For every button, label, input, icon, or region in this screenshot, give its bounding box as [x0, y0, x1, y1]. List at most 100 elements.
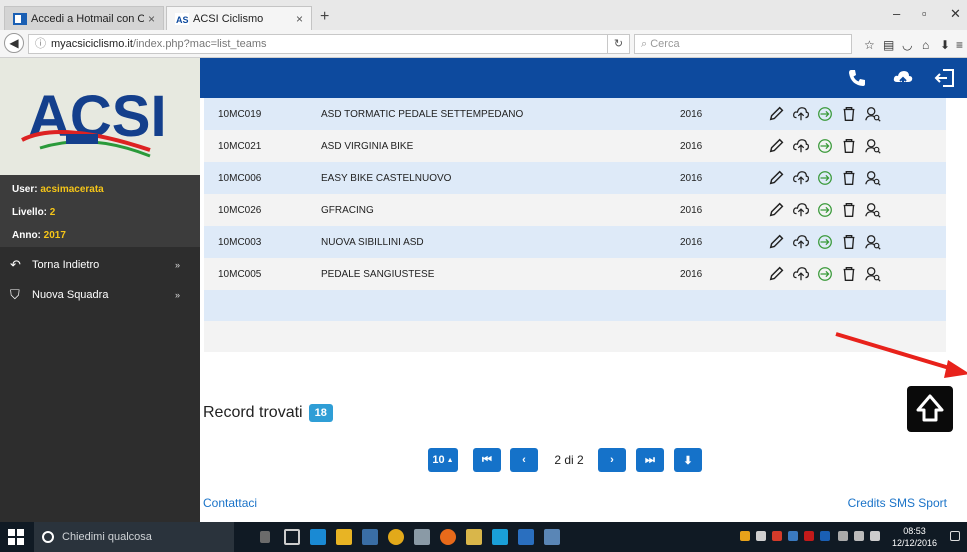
home-icon[interactable]: ⌂ [922, 38, 929, 52]
trash-icon[interactable] [840, 136, 858, 156]
login-arrow-icon[interactable] [816, 136, 834, 156]
user-search-icon[interactable] [864, 168, 882, 188]
app-icon[interactable] [544, 529, 560, 545]
team-code: 10MC026 [218, 205, 262, 216]
login-arrow-icon[interactable] [816, 232, 834, 252]
edge-icon[interactable] [310, 529, 326, 545]
cortana-icon [42, 531, 54, 543]
cloud-upload-icon[interactable] [792, 168, 810, 188]
login-arrow-icon[interactable] [816, 104, 834, 124]
edit-pencil-icon[interactable] [768, 200, 786, 220]
records-count-badge: 18 [308, 404, 333, 422]
cloud-upload-icon[interactable] [792, 136, 810, 156]
chrome-icon[interactable] [388, 529, 404, 545]
trash-icon[interactable] [840, 200, 858, 220]
edit-pencil-icon[interactable] [768, 136, 786, 156]
browser-nav-bar: ◀ ⓘ myacsiciclismo.it/index.php?mac=list_… [0, 30, 967, 58]
window-close-icon[interactable]: ✕ [950, 6, 961, 22]
user-search-icon[interactable] [864, 232, 882, 252]
login-arrow-icon[interactable] [816, 168, 834, 188]
taskbar-search-input[interactable]: Chiedimi qualcosa [34, 522, 234, 552]
minimize-icon[interactable]: – [893, 6, 900, 21]
url-bar[interactable]: ⓘ myacsiciclismo.it/index.php?mac=list_te… [28, 34, 608, 54]
skype-icon[interactable] [492, 529, 508, 545]
store-icon[interactable] [362, 529, 378, 545]
team-name: NUOVA SIBILLINI ASD [321, 237, 424, 248]
trash-icon[interactable] [840, 104, 858, 124]
page-info: 2 di 2 [546, 448, 592, 472]
download-icon[interactable]: ⬇ [940, 38, 950, 52]
trash-icon[interactable] [840, 264, 858, 284]
new-tab-icon[interactable]: + [320, 8, 329, 26]
logout-icon[interactable] [934, 67, 956, 89]
tray-icon[interactable] [788, 531, 798, 541]
tab-acsi-ciclismo[interactable]: AS ACSI Ciclismo × [166, 6, 312, 30]
cloud-upload-icon[interactable] [792, 200, 810, 220]
tab-hotmail[interactable]: Accedi a Hotmail con Out... × [4, 6, 164, 30]
user-search-icon[interactable] [864, 264, 882, 284]
table-row: 10MC019 ASD TORMATIC PEDALE SETTEMPEDANO 2… [204, 98, 946, 130]
cloud-upload-icon[interactable] [792, 264, 810, 284]
user-search-icon[interactable] [864, 136, 882, 156]
last-page-button[interactable]: ⏭ [636, 448, 664, 472]
scroll-to-top-button[interactable] [907, 386, 953, 432]
page-size-value: 10 [432, 454, 445, 466]
firefox-icon[interactable] [440, 529, 456, 545]
tray-icon[interactable] [772, 531, 782, 541]
login-arrow-icon[interactable] [816, 200, 834, 220]
edit-pencil-icon[interactable] [768, 264, 786, 284]
task-view-icon[interactable] [284, 529, 300, 545]
network-icon[interactable] [838, 531, 848, 541]
taskbar-clock[interactable]: 08:53 12/12/2016 [892, 525, 937, 549]
trash-icon[interactable] [840, 168, 858, 188]
close-icon[interactable]: × [148, 12, 155, 26]
sidebar-item-nuova-squadra[interactable]: ⛉ Nuova Squadra » [0, 282, 200, 308]
next-page-button[interactable]: › [598, 448, 626, 472]
cloud-upload-icon[interactable] [892, 67, 914, 89]
battery-icon[interactable] [854, 531, 864, 541]
user-search-icon[interactable] [864, 200, 882, 220]
first-page-button[interactable]: ⏮ [473, 448, 501, 472]
app-icon[interactable] [414, 529, 430, 545]
volume-icon[interactable] [870, 531, 880, 541]
team-name: EASY BIKE CASTELNUOVO [321, 173, 452, 184]
contact-link[interactable]: Contattaci [203, 496, 257, 510]
app-icon[interactable] [466, 529, 482, 545]
edit-pencil-icon[interactable] [768, 232, 786, 252]
mail-icon[interactable] [518, 529, 534, 545]
tray-icon[interactable] [804, 531, 814, 541]
notifications-icon[interactable] [950, 531, 960, 541]
page-size-select[interactable]: 10 ▲ [428, 448, 458, 472]
trash-icon[interactable] [840, 232, 858, 252]
team-code: 10MC005 [218, 269, 262, 280]
microphone-icon[interactable] [260, 531, 270, 543]
tray-icon[interactable] [756, 531, 766, 541]
cloud-upload-icon[interactable] [792, 104, 810, 124]
user-search-icon[interactable] [864, 104, 882, 124]
reading-list-icon[interactable]: ▤ [883, 38, 894, 52]
prev-page-button[interactable]: ‹ [510, 448, 538, 472]
bluetooth-icon[interactable] [820, 531, 830, 541]
bookmark-star-icon[interactable]: ☆ [864, 38, 875, 52]
edit-pencil-icon[interactable] [768, 104, 786, 124]
back-arrow-icon[interactable]: ◀ [4, 33, 24, 53]
scroll-down-button[interactable]: ⬇ [674, 448, 702, 472]
cloud-upload-icon[interactable] [792, 232, 810, 252]
browser-search-input[interactable]: ⌕ Cerca [634, 34, 852, 54]
phone-icon[interactable] [846, 67, 868, 89]
reload-icon[interactable]: ↻ [608, 34, 630, 54]
sidebar-item-torna-indietro[interactable]: ↶ Torna Indietro » [0, 252, 200, 278]
login-arrow-icon[interactable] [816, 264, 834, 284]
clock-time: 08:53 [903, 526, 926, 536]
edit-pencil-icon[interactable] [768, 168, 786, 188]
maximize-icon[interactable]: ▫ [922, 6, 927, 21]
file-explorer-icon[interactable] [336, 529, 352, 545]
credits-link[interactable]: Credits SMS Sport [848, 496, 947, 510]
user-info: User: acsimacerata Livello: 2 Anno: 2017 [0, 175, 200, 247]
menu-icon[interactable]: ≡ [956, 38, 963, 52]
pocket-icon[interactable]: ◡ [902, 38, 912, 52]
tray-icon[interactable] [740, 531, 750, 541]
close-icon[interactable]: × [296, 12, 303, 26]
windows-start-icon[interactable] [8, 529, 24, 545]
arrow-down-icon: ⬇ [683, 454, 693, 467]
